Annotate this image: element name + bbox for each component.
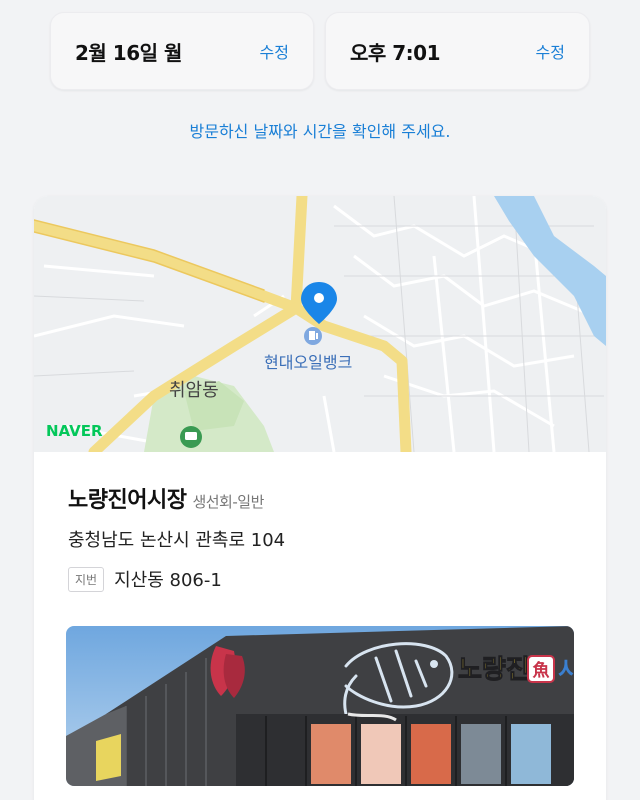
store-category: 생선회-일반 <box>192 493 264 511</box>
store-photo[interactable]: 노량진 魚 시 <box>66 626 574 786</box>
edit-time-button[interactable]: 수정 <box>536 39 565 63</box>
store-road-address: 충청남도 논산시 관촉로 104 <box>68 530 286 551</box>
store-name-row: 노량진어시장 생선회-일반 <box>68 482 264 514</box>
naver-map-logo: NAVER <box>46 422 103 440</box>
visit-time-card: 오후 7:01 수정 <box>325 12 590 90</box>
map-area-label: 취암동 <box>169 380 219 401</box>
store-location-map[interactable]: 현대오일뱅크 취암동 NAVER <box>34 196 606 452</box>
jibun-badge: 지번 <box>68 566 105 592</box>
store-sign-tail: 시 <box>558 656 574 684</box>
store-card: 현대오일뱅크 취암동 NAVER 노량진어시장 생선회-일반 충청남도 논산시 관… <box>34 196 606 800</box>
visit-date-card: 2월 16일 월 수정 <box>50 12 314 90</box>
receipt-review-page: 2월 16일 월 수정 오후 7:01 수정 방문하신 날짜와 시간을 확인해 … <box>0 0 640 800</box>
jibun-row: 지번 지산동 806-1 <box>68 566 222 592</box>
store-sign-text: 노량진 <box>458 655 530 685</box>
visit-date: 2월 16일 월 <box>75 41 182 65</box>
edit-date-button[interactable]: 수정 <box>260 39 289 63</box>
bus-stop-icon <box>180 426 202 448</box>
visit-confirm-hint: 방문하신 날짜와 시간을 확인해 주세요. <box>189 122 451 141</box>
visit-time: 오후 7:01 <box>350 41 441 65</box>
store-sign-badge: 魚 <box>533 660 550 681</box>
map-poi-label: 현대오일뱅크 <box>264 353 352 372</box>
store-jibun-address: 지산동 806-1 <box>114 570 222 591</box>
store-name: 노량진어시장 <box>68 488 187 513</box>
gas-station-icon <box>304 327 322 345</box>
